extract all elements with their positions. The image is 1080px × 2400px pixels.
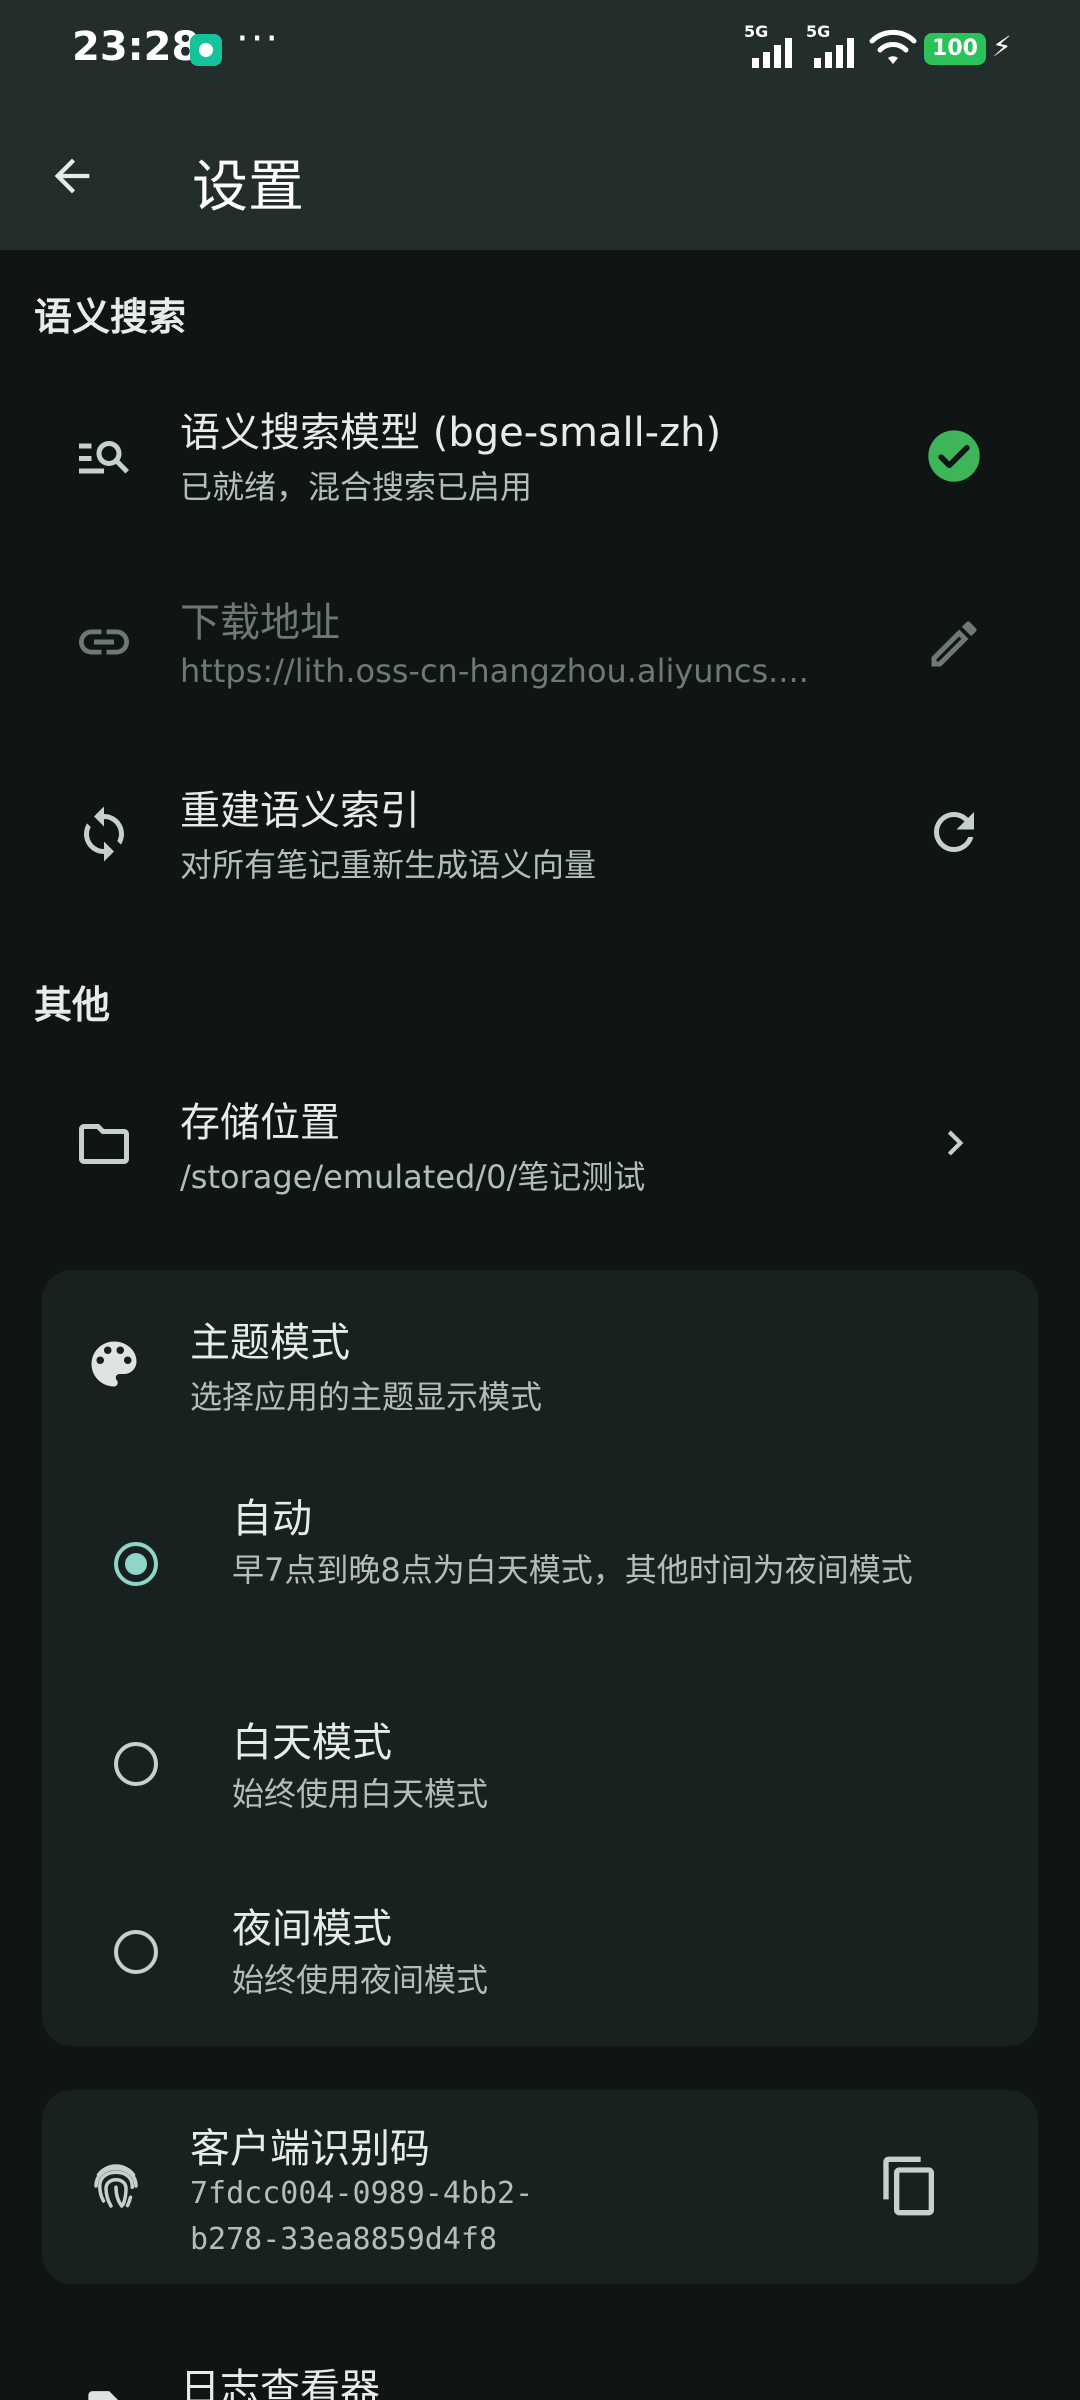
cellular-signal-icon: 5G [744, 22, 800, 76]
folder-icon [79, 1124, 129, 1164]
theme-option-day-title: 白天模式 [232, 1720, 392, 1766]
theme-option-day-description: 始终使用白天模式 [232, 1775, 489, 1813]
copy-icon[interactable] [878, 2154, 942, 2218]
palette-icon [91, 1341, 137, 1387]
theme-option-night-title: 夜间模式 [232, 1906, 392, 1952]
download-url-row[interactable] [0, 570, 1080, 720]
edit-pencil-icon[interactable] [924, 614, 984, 674]
client-id-value-line2: b278-33ea8859d4f8 [190, 2222, 498, 2257]
download-url-value: https://lith.oss-cn-hangzhou.aliyuncs...… [180, 652, 809, 690]
charging-icon: ⚡ [992, 30, 1012, 63]
rebuild-index-description: 对所有笔记重新生成语义向量 [180, 846, 597, 884]
client-id-title: 客户端识别码 [190, 2126, 430, 2172]
rebuild-index-row[interactable] [0, 760, 1080, 910]
status-bar: 23:28 ··· 5G 5G 100 ⚡ [0, 0, 1080, 100]
radio-auto-selected[interactable] [114, 1542, 158, 1586]
app-bar [0, 100, 1080, 250]
theme-option-auto-description: 早7点到晚8点为白天模式，其他时间为夜间模式 [232, 1551, 913, 1589]
link-icon [79, 629, 129, 655]
page-title: 设置 [192, 155, 304, 220]
theme-option-auto-title: 自动 [232, 1496, 312, 1542]
refresh-icon[interactable] [924, 802, 984, 862]
manage-search-icon [79, 441, 129, 474]
theme-mode-description: 选择应用的主题显示模式 [190, 1378, 543, 1416]
log-file-icon [88, 2391, 118, 2400]
status-time: 23:28 [72, 24, 200, 70]
section-header-other: 其他 [34, 983, 111, 1027]
more-notifications-icon: ··· [236, 16, 281, 62]
notification-app-icon [190, 34, 222, 66]
battery-indicator: 100 [924, 33, 986, 65]
cellular-signal-2-icon: 5G [806, 22, 862, 76]
section-header-semantic-search: 语义搜索 [34, 295, 187, 339]
wifi-icon [869, 29, 917, 64]
log-viewer-row[interactable]: 日志查看器 [0, 2330, 1080, 2400]
semantic-model-status: 已就绪，混合搜索已启用 [180, 468, 533, 506]
client-id-value-line1: 7fdcc004-0989-4bb2- [190, 2176, 534, 2211]
rebuild-index-title: 重建语义索引 [180, 788, 420, 834]
chevron-right-icon [947, 1130, 964, 1156]
check-circle-icon [928, 430, 980, 482]
log-viewer-title: 日志查看器 [180, 2366, 380, 2400]
storage-location-path: /storage/emulated/0/笔记测试 [180, 1158, 646, 1196]
download-url-title: 下载地址 [180, 600, 340, 646]
storage-location-title: 存储位置 [180, 1100, 340, 1146]
theme-mode-title: 主题模式 [190, 1320, 350, 1366]
sync-icon [84, 806, 124, 862]
radio-night[interactable] [114, 1930, 158, 1974]
back-arrow-icon[interactable] [46, 150, 98, 202]
fingerprint-icon [94, 2164, 138, 2208]
radio-day[interactable] [114, 1742, 158, 1786]
semantic-model-title: 语义搜索模型 (bge-small-zh) [180, 410, 722, 456]
theme-option-night-description: 始终使用夜间模式 [232, 1961, 489, 1999]
